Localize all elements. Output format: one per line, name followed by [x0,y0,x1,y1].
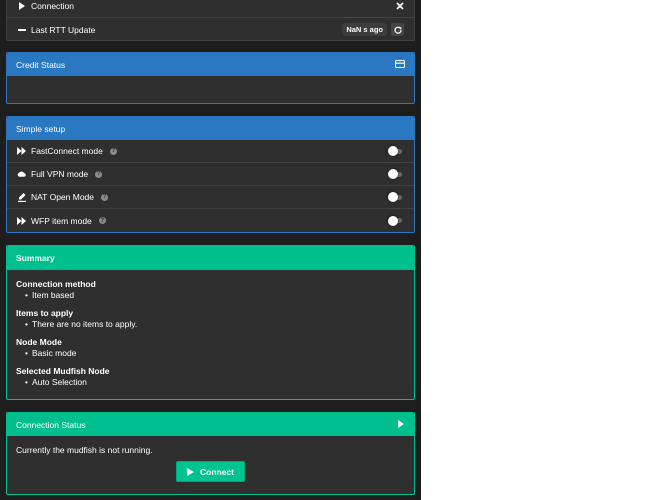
summary-title: Summary [16,253,55,263]
simple-setup-panel: Simple setup FastConnect mode ? Full VPN… [6,116,415,233]
help-icon[interactable]: ? [95,170,103,178]
nat-open-row: NAT Open Mode ? [7,186,414,209]
summary-body: Connection method Item based Items to ap… [7,270,414,396]
credit-status-header[interactable]: Credit Status [7,53,414,76]
refresh-button[interactable] [391,23,404,36]
status-message: Currently the mudfish is not running. [16,445,153,455]
rtt-label: Last RTT Update [31,24,96,35]
help-icon[interactable]: ? [109,147,117,155]
summary-value: Basic mode [16,348,405,359]
credit-status-panel: Credit Status [6,52,415,104]
wfp-item-row: WFP item mode ? [7,209,414,232]
close-icon[interactable] [395,2,404,11]
full-vpn-toggle[interactable] [388,169,402,179]
rtt-row: Last RTT Update NaN s ago [7,18,414,41]
help-icon[interactable]: ? [101,193,108,201]
refresh-icon [393,26,402,34]
play-icon [397,419,405,430]
summary-heading: Node Mode [16,337,62,347]
fastconnect-toggle[interactable] [388,146,402,156]
nat-open-toggle[interactable] [388,192,402,202]
summary-heading: Connection method [16,279,96,289]
wfp-item-toggle[interactable] [388,215,402,226]
simple-setup-title: Simple setup [16,123,66,134]
summary-header: Summary [7,246,414,270]
connection-status-header[interactable]: Connection Status [7,413,414,436]
fastconnect-row: FastConnect mode ? [7,140,414,163]
full-vpn-row: Full VPN mode ? [7,163,414,186]
minus-icon [17,25,26,34]
play-icon [187,467,194,476]
simple-setup-header: Simple setup [7,117,414,140]
fast-forward-icon [17,216,26,225]
connection-label: Connection [31,1,75,11]
connection-status-title: Connection Status [16,419,86,430]
play-icon [17,2,26,11]
credit-card-icon [395,59,405,70]
summary-value: There are no items to apply. [16,319,405,330]
wfp-item-label: WFP item mode [31,215,92,226]
connection-row[interactable]: Connection [7,0,414,18]
summary-heading: Items to apply [16,308,74,318]
summary-value: Auto Selection [16,377,405,388]
cloud-icon [17,170,26,179]
connect-button-label: Connect [200,466,234,477]
rtt-badge: NaN s ago [342,23,387,36]
fast-forward-icon [17,147,26,156]
pencil-icon [17,192,26,202]
full-vpn-label: Full VPN mode [31,169,89,179]
connection-panel: Connection Last RTT Update NaN s ago [6,0,415,41]
summary-heading: Selected Mudfish Node [16,366,110,376]
summary-value: Item based [16,290,405,301]
credit-status-title: Credit Status [16,59,66,70]
fastconnect-label: FastConnect mode [31,146,103,156]
nat-open-label: NAT Open Mode [31,192,94,202]
connection-status-body: Currently the mudfish is not running. Co… [7,436,414,482]
summary-panel: Summary Connection method Item based Ite… [6,245,415,400]
connect-button[interactable]: Connect [176,461,245,482]
help-icon[interactable]: ? [98,217,106,224]
connection-status-panel: Connection Status Currently the mudfish … [6,412,415,495]
